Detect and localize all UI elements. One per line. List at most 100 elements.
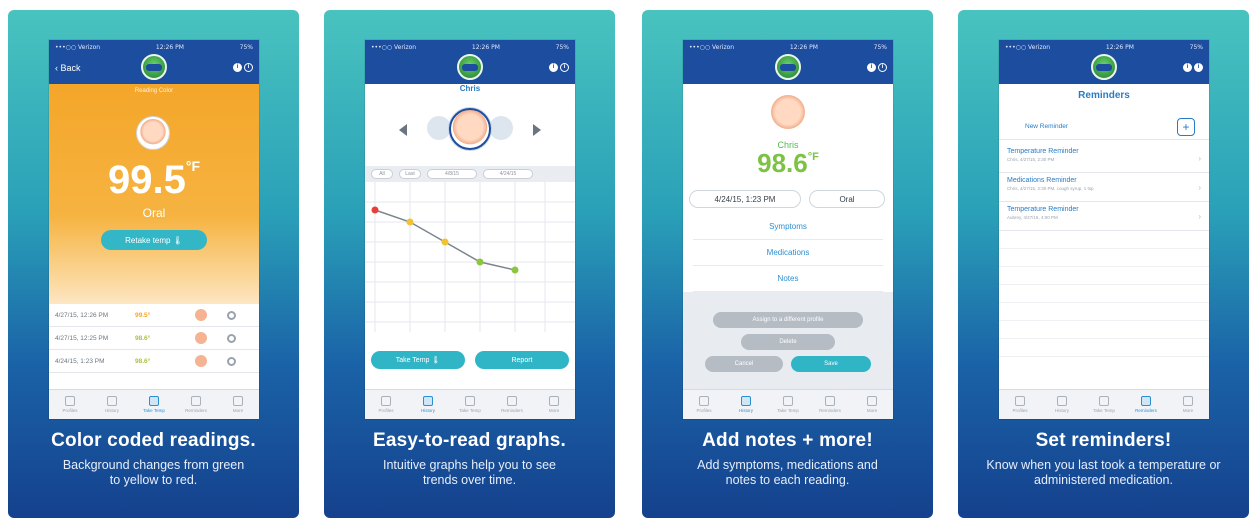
profiles-icon bbox=[699, 396, 709, 406]
tab-reminders[interactable]: Reminders bbox=[491, 390, 533, 419]
vicks-logo bbox=[1091, 54, 1117, 80]
filter-last[interactable]: Last bbox=[399, 169, 421, 179]
retake-temp-button[interactable]: Retake temp 🌡 bbox=[101, 230, 207, 250]
cancel-button[interactable]: Cancel bbox=[705, 356, 783, 372]
tab-bar: Profiles History Take Temp Reminders Mor… bbox=[49, 389, 259, 419]
list-item[interactable]: 4/27/15, 12:26 PM 99.5° bbox=[49, 304, 259, 327]
reading-method-field[interactable]: Oral bbox=[809, 190, 885, 208]
chevron-right-icon[interactable] bbox=[533, 124, 541, 136]
gear-icon[interactable] bbox=[227, 310, 236, 320]
temperature-display: 98.6°F bbox=[683, 148, 893, 179]
promo-panel-reminders: •••○○ Verizon 12:26 PM 75% ii Reminders … bbox=[958, 10, 1249, 518]
info-icon[interactable]: i bbox=[1183, 63, 1192, 72]
tab-more[interactable]: More bbox=[1167, 390, 1209, 419]
list-item[interactable]: Temperature Reminder Chris, 4/27/15, 2:3… bbox=[999, 144, 1209, 173]
filter-end-date[interactable]: 4/24/15 bbox=[483, 169, 533, 179]
tab-reminders[interactable]: Reminders bbox=[1125, 390, 1167, 419]
tab-history[interactable]: History bbox=[407, 390, 449, 419]
tab-history[interactable]: History bbox=[725, 390, 767, 419]
tab-take-temp[interactable]: Take Temp bbox=[133, 390, 175, 419]
battery-label: 75% bbox=[555, 43, 569, 51]
report-button[interactable]: Report bbox=[475, 351, 569, 369]
nav-bar: ii bbox=[683, 54, 893, 84]
help-icon[interactable]: i bbox=[244, 63, 253, 72]
chevron-right-icon: › bbox=[1198, 183, 1201, 192]
tab-reminders[interactable]: Reminders bbox=[809, 390, 851, 419]
help-icon[interactable]: i bbox=[560, 63, 569, 72]
gear-icon[interactable] bbox=[227, 333, 236, 343]
notes-link[interactable]: Notes bbox=[693, 266, 883, 292]
list-item[interactable]: 4/24/15, 1:23 PM 98.6° bbox=[49, 350, 259, 373]
tab-reminders[interactable]: Reminders bbox=[175, 390, 217, 419]
tab-profiles[interactable]: Profiles bbox=[49, 390, 91, 419]
new-reminder-row[interactable]: New Reminder + bbox=[999, 114, 1209, 140]
tab-more[interactable]: More bbox=[217, 390, 259, 419]
info-icon[interactable]: i bbox=[549, 63, 558, 72]
tab-label: Profiles bbox=[62, 408, 78, 413]
gear-icon[interactable] bbox=[227, 356, 236, 366]
take-temp-button[interactable]: Take Temp 🌡 bbox=[371, 351, 465, 369]
save-button[interactable]: Save bbox=[791, 356, 871, 372]
back-label: Back bbox=[60, 63, 81, 73]
delete-button[interactable]: Delete bbox=[741, 334, 835, 350]
tab-profiles[interactable]: Profiles bbox=[683, 390, 725, 419]
reminder-detail: Chris, 4/27/15, 2:30 PM, cough syrup, 1 … bbox=[1007, 186, 1094, 191]
carrier-label: •••○○ Verizon bbox=[371, 43, 417, 51]
info-icons[interactable]: ii bbox=[867, 63, 887, 72]
report-label: Report bbox=[511, 356, 533, 364]
battery-label: 75% bbox=[1189, 43, 1203, 51]
empty-row bbox=[999, 321, 1209, 339]
info-icons[interactable]: ii bbox=[1183, 63, 1203, 72]
nav-bar: ‹ Back ii bbox=[49, 54, 259, 84]
reminder-title: Temperature Reminder bbox=[1007, 206, 1079, 213]
reading-date-field[interactable]: 4/24/15, 1:23 PM bbox=[689, 190, 801, 208]
list-item[interactable]: Temperature Reminder Aubrey, 4/27/15, 4:… bbox=[999, 202, 1209, 231]
tab-more[interactable]: More bbox=[533, 390, 575, 419]
tab-label: Profiles bbox=[378, 408, 394, 413]
profile-avatar[interactable] bbox=[771, 94, 805, 134]
list-item[interactable]: Medications Reminder Chris, 4/27/15, 2:3… bbox=[999, 173, 1209, 202]
info-icons[interactable]: ii bbox=[549, 63, 569, 72]
tab-label: More bbox=[232, 408, 244, 413]
tab-history[interactable]: History bbox=[91, 390, 133, 419]
profiles-icon bbox=[1015, 396, 1025, 406]
symptoms-link[interactable]: Symptoms bbox=[693, 214, 883, 240]
add-reminder-button[interactable]: + bbox=[1177, 117, 1195, 136]
tab-more[interactable]: More bbox=[851, 390, 893, 419]
list-item[interactable]: 4/27/15, 12:25 PM 98.6° bbox=[49, 327, 259, 350]
chevron-left-icon[interactable] bbox=[399, 124, 407, 136]
time-label: 12:26 PM bbox=[1105, 43, 1134, 51]
assign-profile-button[interactable]: Assign to a different profile bbox=[713, 312, 863, 328]
tab-label: History bbox=[738, 408, 753, 413]
avatar[interactable] bbox=[489, 116, 513, 140]
status-bar: •••○○ Verizon 12:26 PM 75% bbox=[365, 40, 575, 54]
tab-label: Take Temp bbox=[143, 408, 165, 413]
tab-profiles[interactable]: Profiles bbox=[365, 390, 407, 419]
help-icon[interactable]: i bbox=[1194, 63, 1203, 72]
filter-all[interactable]: All bbox=[371, 169, 393, 179]
tab-take-temp[interactable]: Take Temp bbox=[1083, 390, 1125, 419]
avatar[interactable] bbox=[427, 116, 451, 140]
info-icons[interactable]: ii bbox=[233, 63, 253, 72]
medications-link[interactable]: Medications bbox=[693, 240, 883, 266]
status-bar: •••○○ Verizon 12:26 PM 75% bbox=[683, 40, 893, 54]
info-icon[interactable]: i bbox=[233, 63, 242, 72]
tab-take-temp[interactable]: Take Temp bbox=[449, 390, 491, 419]
profile-avatar[interactable] bbox=[449, 108, 491, 150]
reminder-detail: Aubrey, 4/27/15, 4:00 PM bbox=[1007, 215, 1058, 220]
help-icon[interactable]: i bbox=[878, 63, 887, 72]
tab-bar: Profiles History Take Temp Reminders Mor… bbox=[365, 389, 575, 419]
tab-take-temp[interactable]: Take Temp bbox=[767, 390, 809, 419]
reading-value: 99.5° bbox=[135, 311, 151, 319]
caption-title: Easy-to-read graphs. bbox=[373, 430, 566, 451]
filter-start-date[interactable]: 4/8/15 bbox=[427, 169, 477, 179]
tab-history[interactable]: History bbox=[1041, 390, 1083, 419]
profile-avatar[interactable] bbox=[137, 117, 169, 149]
tab-profiles[interactable]: Profiles bbox=[999, 390, 1041, 419]
info-icon[interactable]: i bbox=[867, 63, 876, 72]
status-bar: •••○○ Verizon 12:26 PM 75% bbox=[49, 40, 259, 54]
profile-name: Chris bbox=[459, 84, 481, 93]
graph-actions: Take Temp 🌡 Report bbox=[371, 351, 569, 369]
profiles-icon bbox=[381, 396, 391, 406]
back-button[interactable]: ‹ Back bbox=[55, 63, 81, 73]
